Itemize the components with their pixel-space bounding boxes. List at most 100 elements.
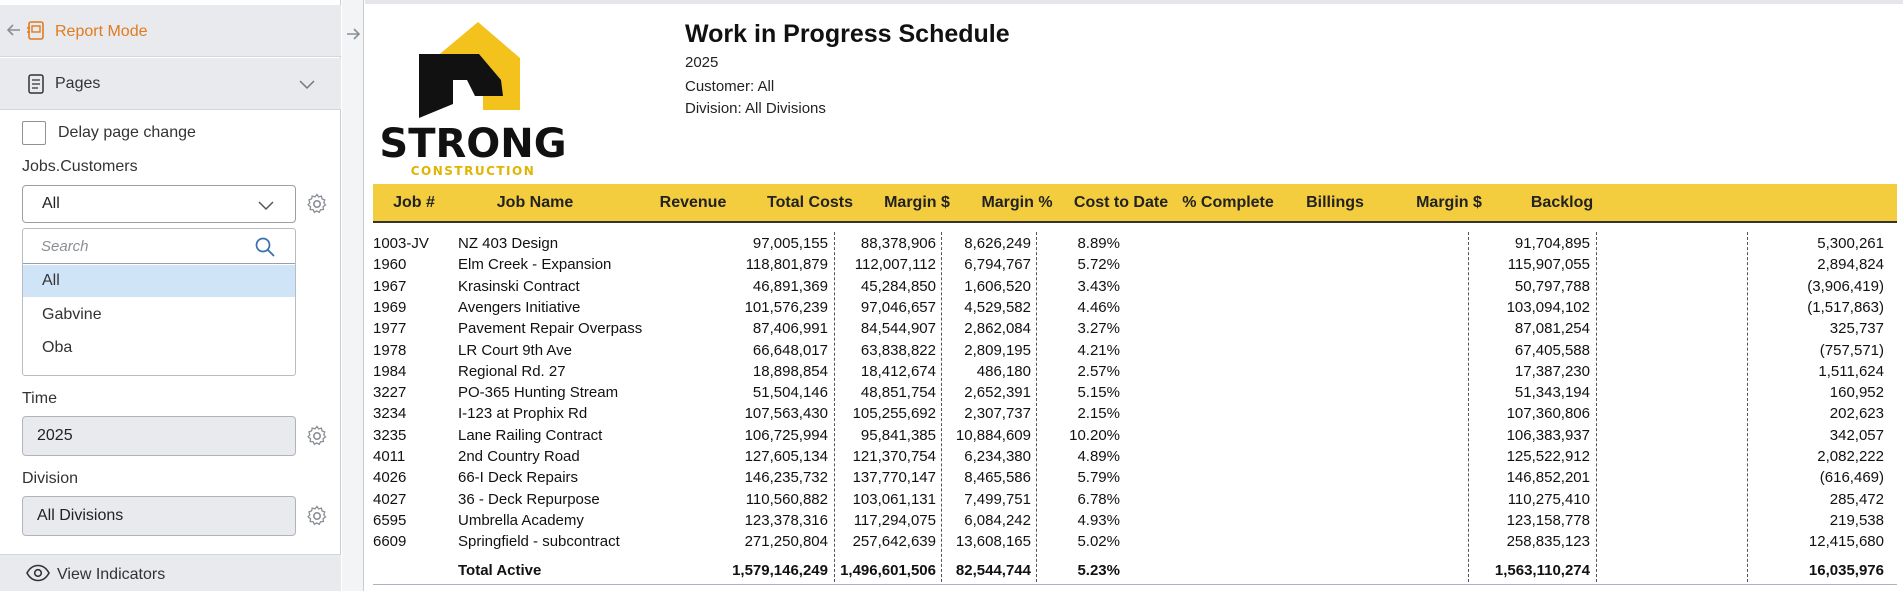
cell-name: Pavement Repair Overpass <box>458 320 643 338</box>
cell-revenue: 87,406,991 <box>752 320 828 338</box>
cell-margin: 8,465,586 <box>964 469 1031 487</box>
cell-name: Total Active <box>458 562 542 579</box>
svg-text:CONSTRUCTION: CONSTRUCTION <box>411 164 536 178</box>
table-row: 1984 Regional Rd. 27 18,898,854 18,412,674 4… <box>365 363 1903 384</box>
cell-revenue: 18,898,854 <box>752 362 828 380</box>
col-header-job-number: Job # <box>393 194 435 211</box>
cell-job: 6595 <box>373 511 407 529</box>
time-settings-gear-icon[interactable] <box>305 424 329 448</box>
cell-backlog: 12,415,680 <box>1808 533 1884 551</box>
division-selected-value: All Divisions <box>37 507 124 524</box>
cell-revenue: 123,378,316 <box>744 511 828 529</box>
cell-job: 1960 <box>373 256 407 274</box>
cell-costs: 18,412,674 <box>860 362 936 380</box>
cell-costs: 48,851,754 <box>860 384 936 402</box>
cell-backlog: 5,300,261 <box>1817 235 1884 252</box>
cell-margin-pct: 5.79% <box>1077 469 1120 487</box>
delay-page-change-checkbox[interactable] <box>22 121 46 145</box>
cell-margin-pct: 5.23% <box>1077 562 1120 579</box>
chevron-down-icon[interactable] <box>298 75 316 93</box>
cell-backlog: 202,623 <box>1829 405 1884 423</box>
cell-revenue: 271,250,804 <box>744 533 828 551</box>
customer-option-all[interactable]: All <box>23 265 295 297</box>
cell-margin-pct: 8.89% <box>1077 235 1120 252</box>
table-row: 3227 PO-365 Hunting Stream 51,504,146 48,85… <box>365 384 1903 405</box>
cell-costs: 137,770,147 <box>852 469 936 487</box>
pages-icon <box>28 74 44 94</box>
cell-backlog: (616,469) <box>1819 469 1884 487</box>
cell-margin-pct: 4.93% <box>1077 511 1120 529</box>
cell-costs: 97,046,657 <box>860 298 936 316</box>
cell-margin: 2,862,084 <box>964 320 1031 338</box>
cell-job: 4011 <box>373 448 406 465</box>
col-header-revenue: Revenue <box>659 194 727 211</box>
report-mode-bar[interactable]: Report Mode <box>0 5 341 57</box>
report-title: Work in Progress Schedule <box>685 20 1010 48</box>
customer-option-oba[interactable]: Oba <box>23 332 295 364</box>
cell-revenue: 1,579,146,249 <box>732 562 828 579</box>
division-dropdown[interactable]: All Divisions <box>22 496 296 536</box>
table-row: 1967 Krasinski Contract 46,891,369 45,284,8… <box>365 278 1903 299</box>
cell-billings: 91,704,895 <box>1514 235 1590 252</box>
cell-margin-pct: 2.15% <box>1077 405 1120 423</box>
cell-billings: 125,522,912 <box>1506 448 1590 465</box>
cell-revenue: 66,648,017 <box>752 341 828 359</box>
report-mode-icon <box>27 21 44 40</box>
panel-toggle-column <box>342 0 364 591</box>
customers-dropdown[interactable]: All <box>22 185 296 223</box>
cell-margin: 2,307,737 <box>964 405 1031 423</box>
cell-job: 3234 <box>373 405 407 423</box>
cell-name: 36 - Deck Repurpose <box>458 490 600 508</box>
cell-backlog: 1,511,624 <box>1818 362 1884 380</box>
col-header-billings: Billings <box>1306 194 1364 211</box>
cell-billings: 106,383,937 <box>1506 426 1590 444</box>
filter-panel: Report Mode Pages Delay page change Jobs… <box>0 0 341 591</box>
cell-backlog: 160,952 <box>1829 384 1884 402</box>
report-division-line: Division: All Divisions <box>685 100 826 117</box>
time-dropdown[interactable]: 2025 <box>22 416 296 456</box>
cell-margin: 10,884,609 <box>955 426 1031 444</box>
total-separator <box>373 584 1897 585</box>
report-year: 2025 <box>685 54 719 71</box>
table-header: Job # Job Name Revenue Total Costs Margi… <box>373 184 1897 223</box>
cell-billings: 17,387,230 <box>1514 362 1590 380</box>
cell-job: 4026 <box>373 469 407 487</box>
cell-revenue: 110,560,882 <box>745 490 828 508</box>
cell-job: 1003-JV <box>373 235 429 252</box>
cell-billings: 87,081,254 <box>1514 320 1590 338</box>
cell-costs: 117,294,075 <box>853 511 936 529</box>
cell-margin-pct: 4.89% <box>1077 448 1120 465</box>
arrow-left-icon[interactable] <box>5 21 23 39</box>
search-icon[interactable] <box>254 236 276 258</box>
view-indicators-button[interactable]: View Indicators <box>0 554 341 591</box>
cell-costs: 103,061,131 <box>852 490 936 508</box>
cell-backlog: 285,472 <box>1829 490 1884 508</box>
pages-accordion[interactable]: Pages <box>0 58 341 110</box>
table-row: 1977 Pavement Repair Overpass 87,406,991 84… <box>365 320 1903 341</box>
table-row: 1978 LR Court 9th Ave 66,648,017 63,838,822… <box>365 342 1903 363</box>
arrow-right-icon[interactable] <box>344 25 362 43</box>
customers-settings-gear-icon[interactable] <box>305 192 329 216</box>
cell-costs: 63,838,822 <box>860 341 936 359</box>
cell-margin: 4,529,582 <box>964 298 1031 316</box>
cell-margin-pct: 5.72% <box>1077 256 1120 274</box>
cell-name: 2nd Country Road <box>458 448 580 465</box>
cell-backlog: 2,894,824 <box>1817 256 1884 274</box>
table-row: 1969 Avengers Initiative 101,576,239 97,046… <box>365 299 1903 320</box>
cell-costs: 112,007,112 <box>854 256 936 274</box>
cell-margin-pct: 5.02% <box>1077 533 1120 551</box>
search-placeholder: Search <box>41 238 89 255</box>
cell-billings: 50,797,788 <box>1514 277 1590 295</box>
svg-text:STRONG: STRONG <box>379 121 566 167</box>
customer-option-gabvine[interactable]: Gabvine <box>23 299 295 331</box>
division-settings-gear-icon[interactable] <box>305 504 329 528</box>
cell-billings: 115,907,055 <box>1507 256 1590 274</box>
customers-search-input[interactable]: Search <box>23 229 295 264</box>
cell-margin: 6,084,242 <box>964 511 1031 529</box>
cell-margin: 8,626,249 <box>964 235 1031 252</box>
cell-margin: 6,234,380 <box>964 448 1031 465</box>
table-row: 3234 I-123 at Prophix Rd 107,563,430 105,25… <box>365 405 1903 426</box>
cell-margin: 82,544,744 <box>955 562 1031 579</box>
delay-page-change-label: Delay page change <box>58 124 196 141</box>
cell-costs: 257,642,639 <box>852 533 936 551</box>
